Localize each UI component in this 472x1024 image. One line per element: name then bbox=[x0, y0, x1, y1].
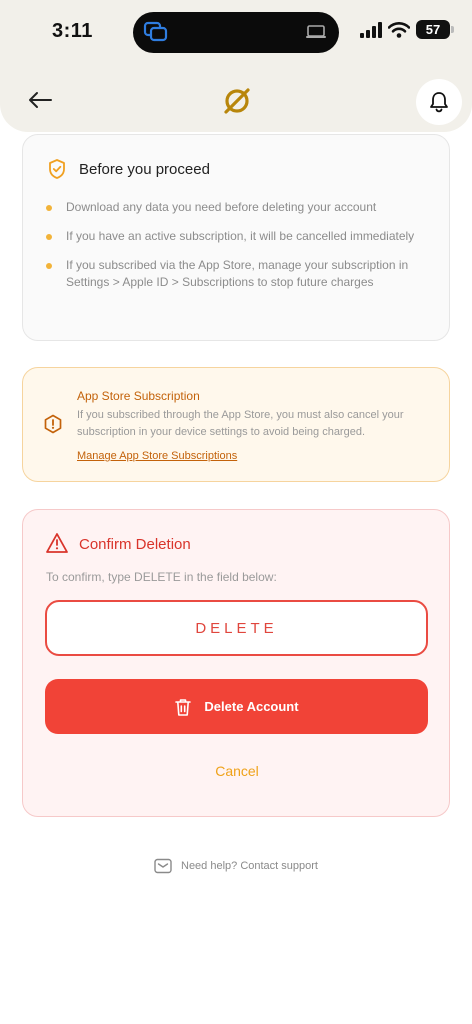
mail-icon bbox=[154, 858, 172, 874]
screen-mirror-icon bbox=[143, 21, 168, 42]
clock: 3:11 bbox=[52, 20, 93, 42]
confirm-instruction: To confirm, type DELETE in the field bel… bbox=[46, 570, 277, 584]
arrow-left-icon bbox=[29, 92, 52, 108]
list-item: If you have an active subscription, it w… bbox=[45, 228, 435, 245]
proceed-list: Download any data you need before deleti… bbox=[45, 199, 435, 303]
wifi-icon bbox=[388, 21, 410, 38]
app-store-text: If you subscribed through the App Store,… bbox=[77, 409, 404, 438]
bell-icon bbox=[430, 92, 448, 113]
list-item: Download any data you need before deleti… bbox=[45, 199, 435, 216]
list-item: If you subscribed via the App Store, man… bbox=[45, 257, 435, 291]
manage-subscriptions-link[interactable]: Manage App Store Subscriptions bbox=[77, 450, 237, 462]
cellular-signal-icon bbox=[360, 21, 382, 38]
delete-confirmation-input[interactable] bbox=[45, 600, 428, 656]
status-bar: 3:11 57 bbox=[0, 0, 472, 64]
alert-hexagon-icon bbox=[44, 414, 62, 434]
shield-check-icon bbox=[49, 159, 65, 179]
confirm-title: Confirm Deletion bbox=[79, 536, 191, 553]
dynamic-island bbox=[133, 12, 339, 53]
delete-account-label: Delete Account bbox=[204, 699, 299, 714]
app-header bbox=[0, 64, 472, 132]
before-you-proceed-card: Before you proceed Download any data you… bbox=[22, 134, 450, 341]
app-store-subscription-card: App Store Subscription If you subscribed… bbox=[22, 367, 450, 482]
contact-support-link[interactable]: Need help? Contact support bbox=[0, 858, 472, 874]
back-button[interactable] bbox=[24, 86, 56, 114]
battery-indicator: 57 bbox=[416, 20, 454, 39]
notifications-button[interactable] bbox=[416, 79, 462, 125]
delete-account-button[interactable]: Delete Account bbox=[45, 679, 428, 734]
cancel-button[interactable]: Cancel bbox=[23, 763, 451, 779]
brand-logo-icon bbox=[224, 88, 250, 114]
app-store-title: App Store Subscription bbox=[77, 389, 200, 403]
warning-triangle-icon bbox=[46, 533, 68, 553]
proceed-title: Before you proceed bbox=[79, 161, 210, 178]
status-icons: 57 bbox=[360, 20, 454, 39]
laptop-icon bbox=[306, 25, 326, 38]
help-text: Need help? Contact support bbox=[181, 860, 318, 872]
confirm-deletion-card: Confirm Deletion To confirm, type DELETE… bbox=[22, 509, 450, 817]
trash-icon bbox=[175, 698, 192, 716]
